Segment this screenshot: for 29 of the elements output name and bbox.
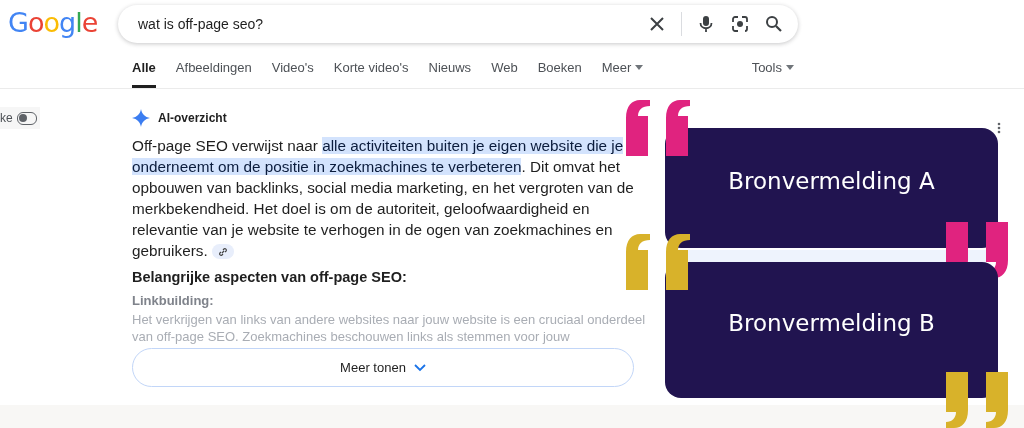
citation-label: Bronvermelding A xyxy=(728,168,935,194)
camera-icon[interactable] xyxy=(730,14,750,34)
google-logo[interactable]: Google xyxy=(8,6,104,38)
tab[interactable]: Web xyxy=(491,60,518,88)
ai-overview-title: AI-overzicht xyxy=(158,111,227,125)
citation-label: Bronvermelding B xyxy=(728,310,935,336)
toggle-switch[interactable] xyxy=(16,111,37,125)
caret-icon xyxy=(786,65,794,70)
tab[interactable]: Alle xyxy=(132,60,156,88)
summary-paragraph: Off-page SEO verwijst naar alle activiteiten buiten je eigen website die je onderneemt om de positie in zoekmachines te verbeteren. Dit omvat het opbouwen van backlinks, social media marketing, en het vergroten van de merkbekendheid. Het doel is om de autoriteit, geloofwaardigheid en relevantie van je website te verhogen in de ogen van zoekmachines en gebruikers. xyxy=(132,136,634,261)
tab[interactable]: Afbeeldingen xyxy=(175,60,252,88)
tab[interactable]: Nieuws xyxy=(428,60,472,88)
tab[interactable]: Meer xyxy=(601,60,644,88)
section-heading: Belangrijke aspecten van off-page SEO: xyxy=(132,269,408,285)
chevron-down-icon xyxy=(413,363,426,372)
link-icon[interactable] xyxy=(211,244,234,260)
search-input[interactable]: wat is off-page seo? xyxy=(136,15,633,33)
toggle-label: ke xyxy=(0,111,13,125)
more-options-icon[interactable] xyxy=(997,122,1001,134)
caret-icon xyxy=(635,65,644,70)
faded-paragraph: Het verkrijgen van links van andere websites naar jouw website is een cruciaal onderdeel van off-page SEO. Zoekmachines beschouwen links als stemmen voor jouw xyxy=(132,311,647,345)
show-more-button[interactable]: Meer tonen xyxy=(132,348,634,387)
tab[interactable]: Korte video's xyxy=(333,60,409,88)
subheading: Linkbuilding: xyxy=(132,293,215,308)
tab[interactable]: Boeken xyxy=(537,60,582,88)
sparkle-icon xyxy=(132,109,150,127)
search-icon[interactable] xyxy=(764,14,784,34)
tab[interactable]: Video's xyxy=(271,60,314,88)
tools-menu[interactable]: Tools xyxy=(751,60,782,75)
